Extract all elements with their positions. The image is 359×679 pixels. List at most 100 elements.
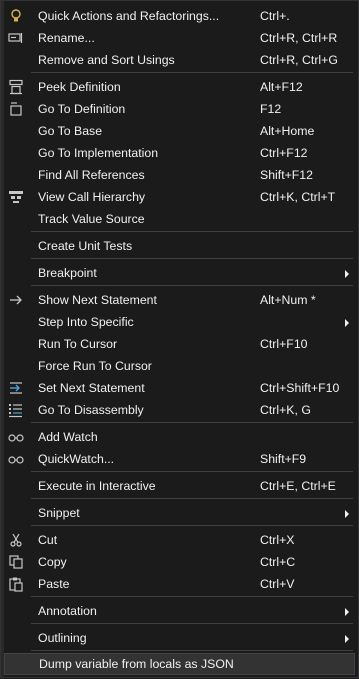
go-to-definition-icon — [10, 102, 22, 116]
menu-item-cut[interactable]: Cut Ctrl+X — [4, 529, 355, 551]
menu-item-label: Execute in Interactive — [38, 479, 156, 493]
menu-item-quickwatch[interactable]: QuickWatch... Shift+F9 — [4, 448, 355, 470]
menu-separator — [31, 72, 353, 73]
paste-icon — [9, 577, 23, 592]
menu-item-shortcut: Ctrl+E, Ctrl+E — [260, 479, 336, 493]
menu-item-shortcut: Ctrl+Shift+F10 — [260, 381, 340, 395]
menu-item-snippet[interactable]: Snippet — [4, 502, 355, 524]
menu-item-step-into-specific[interactable]: Step Into Specific — [4, 311, 355, 333]
menu-item-go-to-disassembly[interactable]: Go To Disassembly Ctrl+K, G — [4, 399, 355, 421]
menu-item-shortcut: Ctrl+V — [260, 577, 295, 591]
menu-item-label: Step Into Specific — [38, 315, 134, 329]
menu-item-go-to-definition[interactable]: Go To Definition F12 — [4, 98, 355, 120]
menu-separator — [31, 525, 353, 526]
menu-item-label: Copy — [38, 555, 67, 569]
menu-separator — [31, 258, 353, 259]
menu-item-shortcut: Alt+F12 — [260, 80, 303, 94]
menu-separator — [31, 498, 353, 499]
menu-item-label: Paste — [38, 577, 70, 591]
menu-item-find-all-references[interactable]: Find All References Shift+F12 — [4, 164, 355, 186]
menu-item-label: Remove and Sort Usings — [38, 53, 175, 67]
menu-item-add-watch[interactable]: Add Watch — [4, 426, 355, 448]
menu-item-go-to-implementation[interactable]: Go To Implementation Ctrl+F12 — [4, 142, 355, 164]
copy-icon — [9, 555, 23, 569]
menu-item-shortcut: Ctrl+C — [260, 555, 296, 569]
menu-item-label: Rename... — [38, 31, 95, 45]
menu-item-label: Go To Base — [38, 124, 103, 138]
arrow-right-icon — [10, 295, 22, 305]
menu-item-label: View Call Hierarchy — [38, 190, 146, 204]
menu-item-go-to-base[interactable]: Go To Base Alt+Home — [4, 120, 355, 142]
menu-item-label: Dump variable from locals as JSON — [39, 657, 234, 671]
scissors-icon — [10, 533, 22, 547]
menu-item-shortcut: Ctrl+R, Ctrl+R — [260, 31, 338, 45]
menu-item-label: Run To Cursor — [38, 337, 118, 351]
menu-item-breakpoint[interactable]: Breakpoint — [4, 262, 355, 284]
menu-item-label: Outlining — [38, 631, 87, 645]
menu-item-label: Peek Definition — [38, 80, 121, 94]
menu-item-view-call-hierarchy[interactable]: View Call Hierarchy Ctrl+K, Ctrl+T — [4, 186, 355, 208]
menu-item-shortcut: Alt+Num * — [260, 293, 316, 307]
menu-item-create-unit-tests[interactable]: Create Unit Tests — [4, 235, 355, 257]
submenu-arrow-icon — [345, 635, 349, 643]
menu-separator — [31, 596, 353, 597]
submenu-arrow-icon — [345, 510, 349, 518]
menu-item-remove-sort-usings[interactable]: Remove and Sort Usings Ctrl+R, Ctrl+G — [4, 49, 355, 71]
menu-item-shortcut: Ctrl+R, Ctrl+G — [260, 53, 338, 67]
menu-item-label: Set Next Statement — [38, 381, 145, 395]
menu-item-label: Annotation — [38, 604, 97, 618]
call-hierarchy-icon — [9, 191, 23, 203]
menu-item-run-to-cursor[interactable]: Run To Cursor Ctrl+F10 — [4, 333, 355, 355]
menu-item-shortcut: Alt+Home — [260, 124, 315, 138]
submenu-arrow-icon — [345, 319, 349, 327]
menu-item-label: Force Run To Cursor — [38, 359, 152, 373]
menu-item-label: Track Value Source — [38, 212, 145, 226]
menu-item-shortcut: Ctrl+K, G — [260, 403, 311, 417]
menu-item-force-run-to-cursor[interactable]: Force Run To Cursor — [4, 355, 355, 377]
menu-item-copy[interactable]: Copy Ctrl+C — [4, 551, 355, 573]
menu-item-shortcut: Ctrl+. — [260, 9, 290, 23]
menu-item-label: Go To Definition — [38, 102, 126, 116]
submenu-arrow-icon — [345, 270, 349, 278]
context-menu: Quick Actions and Refactorings... Ctrl+.… — [0, 0, 359, 679]
menu-item-rename[interactable]: Rename... Ctrl+R, Ctrl+R — [4, 27, 355, 49]
glasses-icon — [8, 434, 24, 442]
menu-item-label: Add Watch — [38, 430, 98, 444]
menu-separator — [31, 623, 353, 624]
disassembly-icon — [9, 404, 22, 418]
menu-separator — [31, 650, 353, 651]
glasses-icon — [8, 456, 24, 464]
menu-separator — [31, 471, 353, 472]
menu-item-outlining[interactable]: Outlining — [4, 627, 355, 649]
submenu-arrow-icon — [345, 608, 349, 616]
menu-item-label: Show Next Statement — [38, 293, 157, 307]
peek-definition-icon — [9, 79, 23, 95]
menu-separator — [31, 285, 353, 286]
menu-item-peek-definition[interactable]: Peek Definition Alt+F12 — [4, 76, 355, 98]
menu-item-label: Create Unit Tests — [38, 239, 133, 253]
menu-item-shortcut: Ctrl+X — [260, 533, 295, 547]
menu-item-quick-actions[interactable]: Quick Actions and Refactorings... Ctrl+. — [4, 5, 355, 27]
menu-item-annotation[interactable]: Annotation — [4, 600, 355, 622]
menu-item-shortcut: Ctrl+F12 — [260, 146, 308, 160]
menu-item-track-value-source[interactable]: Track Value Source — [4, 208, 355, 230]
menu-item-paste[interactable]: Paste Ctrl+V — [4, 573, 355, 595]
menu-item-label: Snippet — [38, 506, 80, 520]
menu-separator — [31, 422, 353, 423]
menu-item-shortcut: Shift+F9 — [260, 452, 307, 466]
set-next-statement-icon — [10, 382, 22, 394]
menu-item-shortcut: F12 — [260, 102, 282, 116]
menu-item-dump-variable[interactable]: Dump variable from locals as JSON — [4, 653, 355, 675]
menu-item-label: Quick Actions and Refactorings... — [38, 9, 220, 23]
menu-separator — [31, 231, 353, 232]
menu-item-execute-interactive[interactable]: Execute in Interactive Ctrl+E, Ctrl+E — [4, 475, 355, 497]
menu-item-show-next-statement[interactable]: Show Next Statement Alt+Num * — [4, 289, 355, 311]
rename-icon — [8, 33, 23, 43]
menu-item-shortcut: Shift+F12 — [260, 168, 313, 182]
menu-item-label: Go To Disassembly — [38, 403, 144, 417]
menu-item-shortcut: Ctrl+K, Ctrl+T — [260, 190, 336, 204]
menu-item-label: Cut — [38, 533, 58, 547]
menu-item-label: Breakpoint — [38, 266, 97, 280]
menu-item-set-next-statement[interactable]: Set Next Statement Ctrl+Shift+F10 — [4, 377, 355, 399]
menu-item-label: QuickWatch... — [38, 452, 115, 466]
